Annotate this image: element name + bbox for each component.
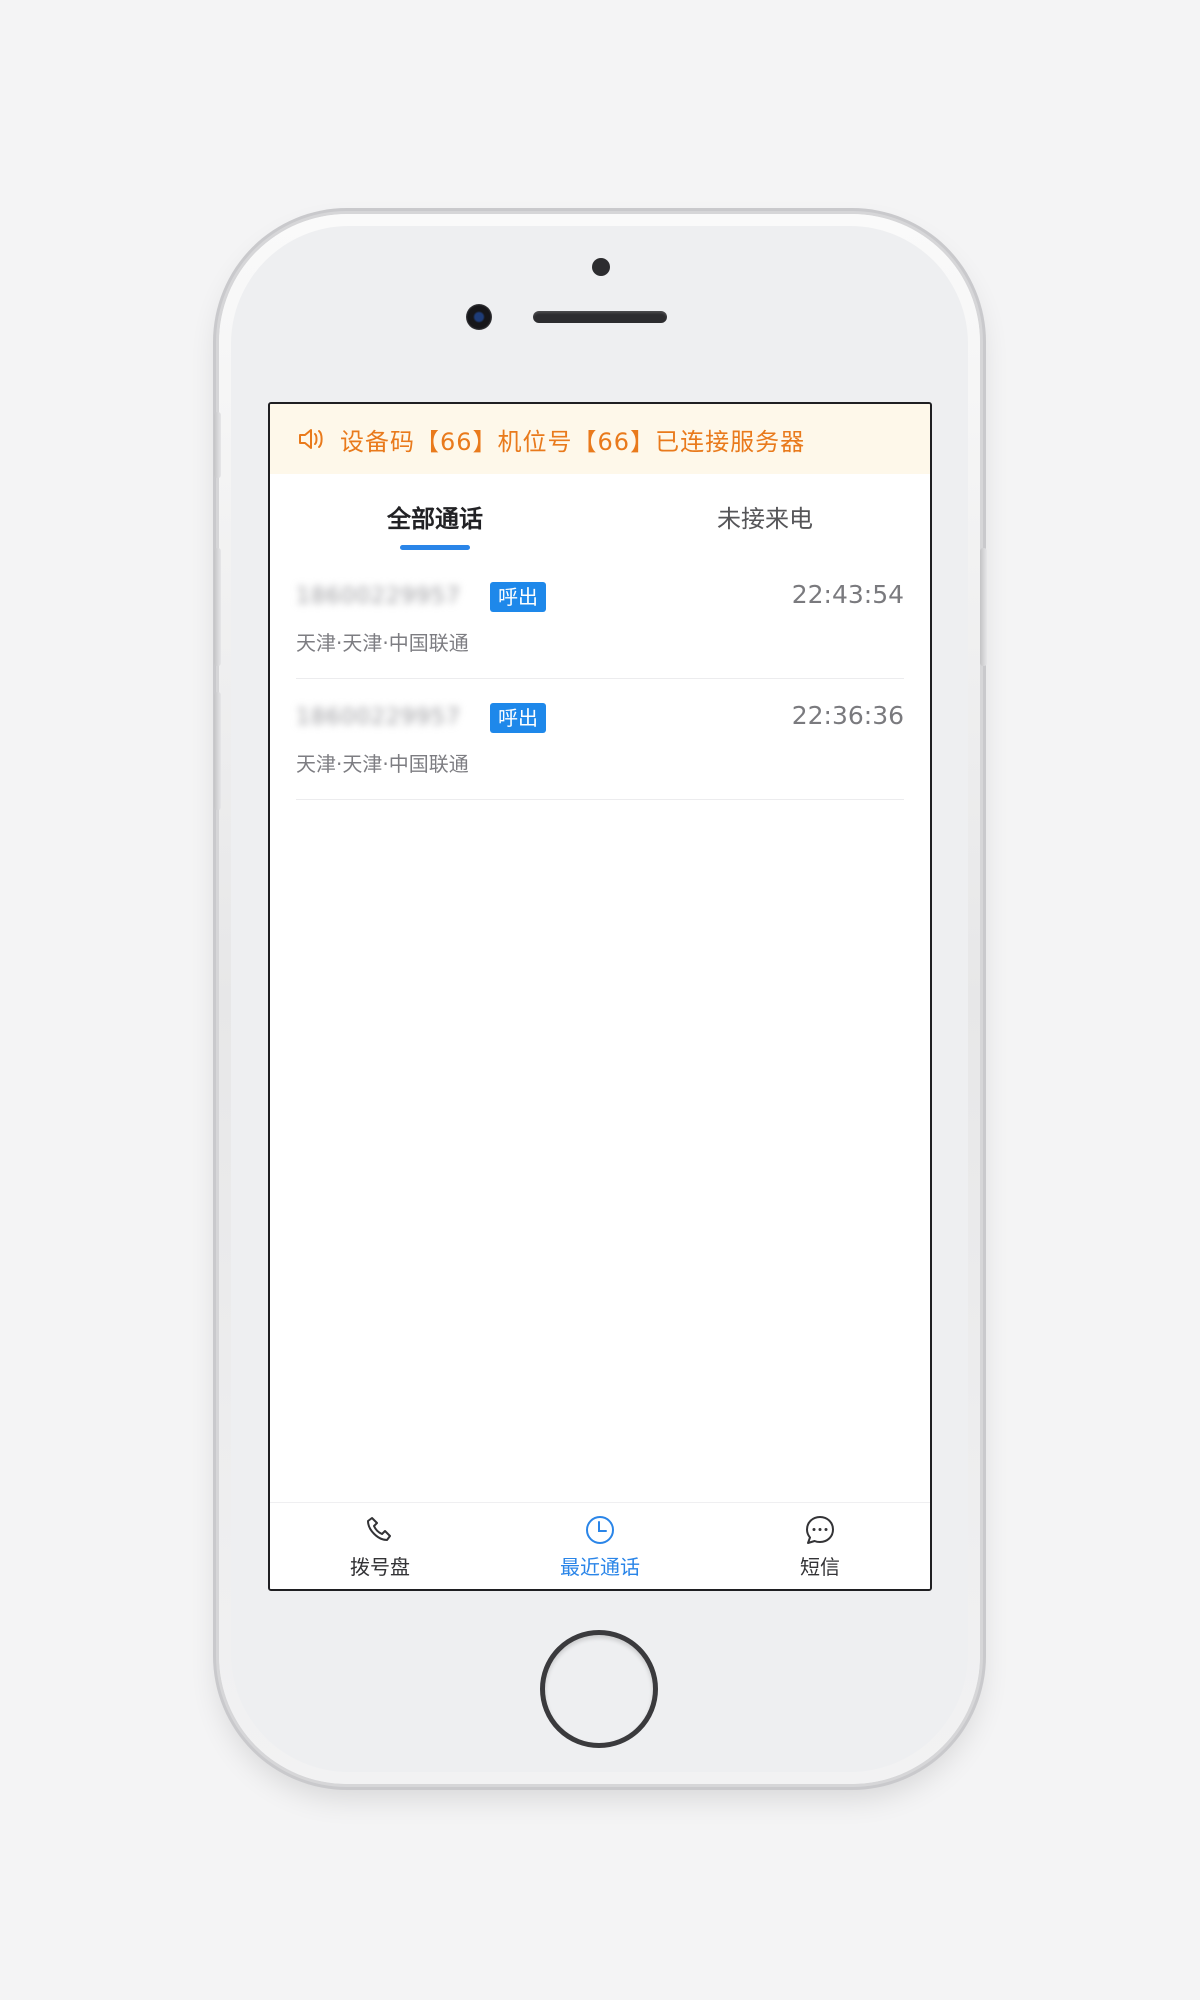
- tab-missed-calls[interactable]: 未接来电: [600, 474, 930, 558]
- call-tabs: 全部通话 未接来电: [270, 474, 930, 558]
- call-time: 22:36:36: [791, 701, 904, 730]
- active-tab-indicator: [400, 545, 470, 550]
- clock-icon: [586, 1516, 614, 1544]
- tab-all-calls-label: 全部通话: [387, 504, 483, 533]
- call-number-redacted: 18600229957: [296, 584, 461, 609]
- nav-dialpad-label: 拨号盘: [350, 1555, 410, 1579]
- connection-notice-bar: 设备码【66】机位号【66】已连接服务器: [270, 404, 930, 474]
- home-button[interactable]: [540, 1630, 658, 1748]
- call-location: 天津·天津·中国联通: [296, 631, 469, 655]
- nav-recent-calls-label: 最近通话: [560, 1555, 640, 1579]
- call-log-list: 18600229957 呼出 22:43:54 天津·天津·中国联通 18600…: [270, 558, 930, 800]
- volume-up-button: [214, 548, 221, 666]
- power-button: [980, 548, 987, 666]
- phone-icon: [367, 1517, 391, 1541]
- tab-all-calls[interactable]: 全部通话: [270, 474, 600, 558]
- call-number-redacted: 18600229957: [296, 705, 461, 730]
- tab-missed-calls-label: 未接来电: [717, 504, 813, 533]
- speaker-icon: [299, 429, 323, 449]
- call-log-item[interactable]: 18600229957 呼出 22:43:54 天津·天津·中国联通: [296, 558, 904, 679]
- front-camera: [466, 304, 492, 330]
- nav-sms[interactable]: 短信: [710, 1503, 930, 1589]
- call-location: 天津·天津·中国联通: [296, 752, 469, 776]
- earpiece-speaker: [533, 311, 667, 323]
- nav-dialpad[interactable]: 拨号盘: [270, 1503, 490, 1589]
- connection-notice-text: 设备码【66】机位号【66】已连接服务器: [340, 427, 806, 456]
- bottom-navigation: 拨号盘 最近通话 短信: [270, 1502, 930, 1589]
- call-log-item[interactable]: 18600229957 呼出 22:36:36 天津·天津·中国联通: [296, 679, 904, 800]
- chat-bubble-icon: [806, 1516, 834, 1544]
- call-direction-badge: 呼出: [490, 582, 546, 612]
- app-screen: 设备码【66】机位号【66】已连接服务器 全部通话 未接来电 186002299…: [268, 402, 932, 1591]
- call-direction-badge: 呼出: [490, 703, 546, 733]
- mute-switch: [214, 412, 221, 478]
- call-time: 22:43:54: [791, 580, 904, 609]
- nav-sms-label: 短信: [800, 1555, 840, 1579]
- proximity-sensor: [592, 258, 610, 276]
- nav-recent-calls[interactable]: 最近通话: [490, 1503, 710, 1589]
- volume-down-button: [214, 692, 221, 810]
